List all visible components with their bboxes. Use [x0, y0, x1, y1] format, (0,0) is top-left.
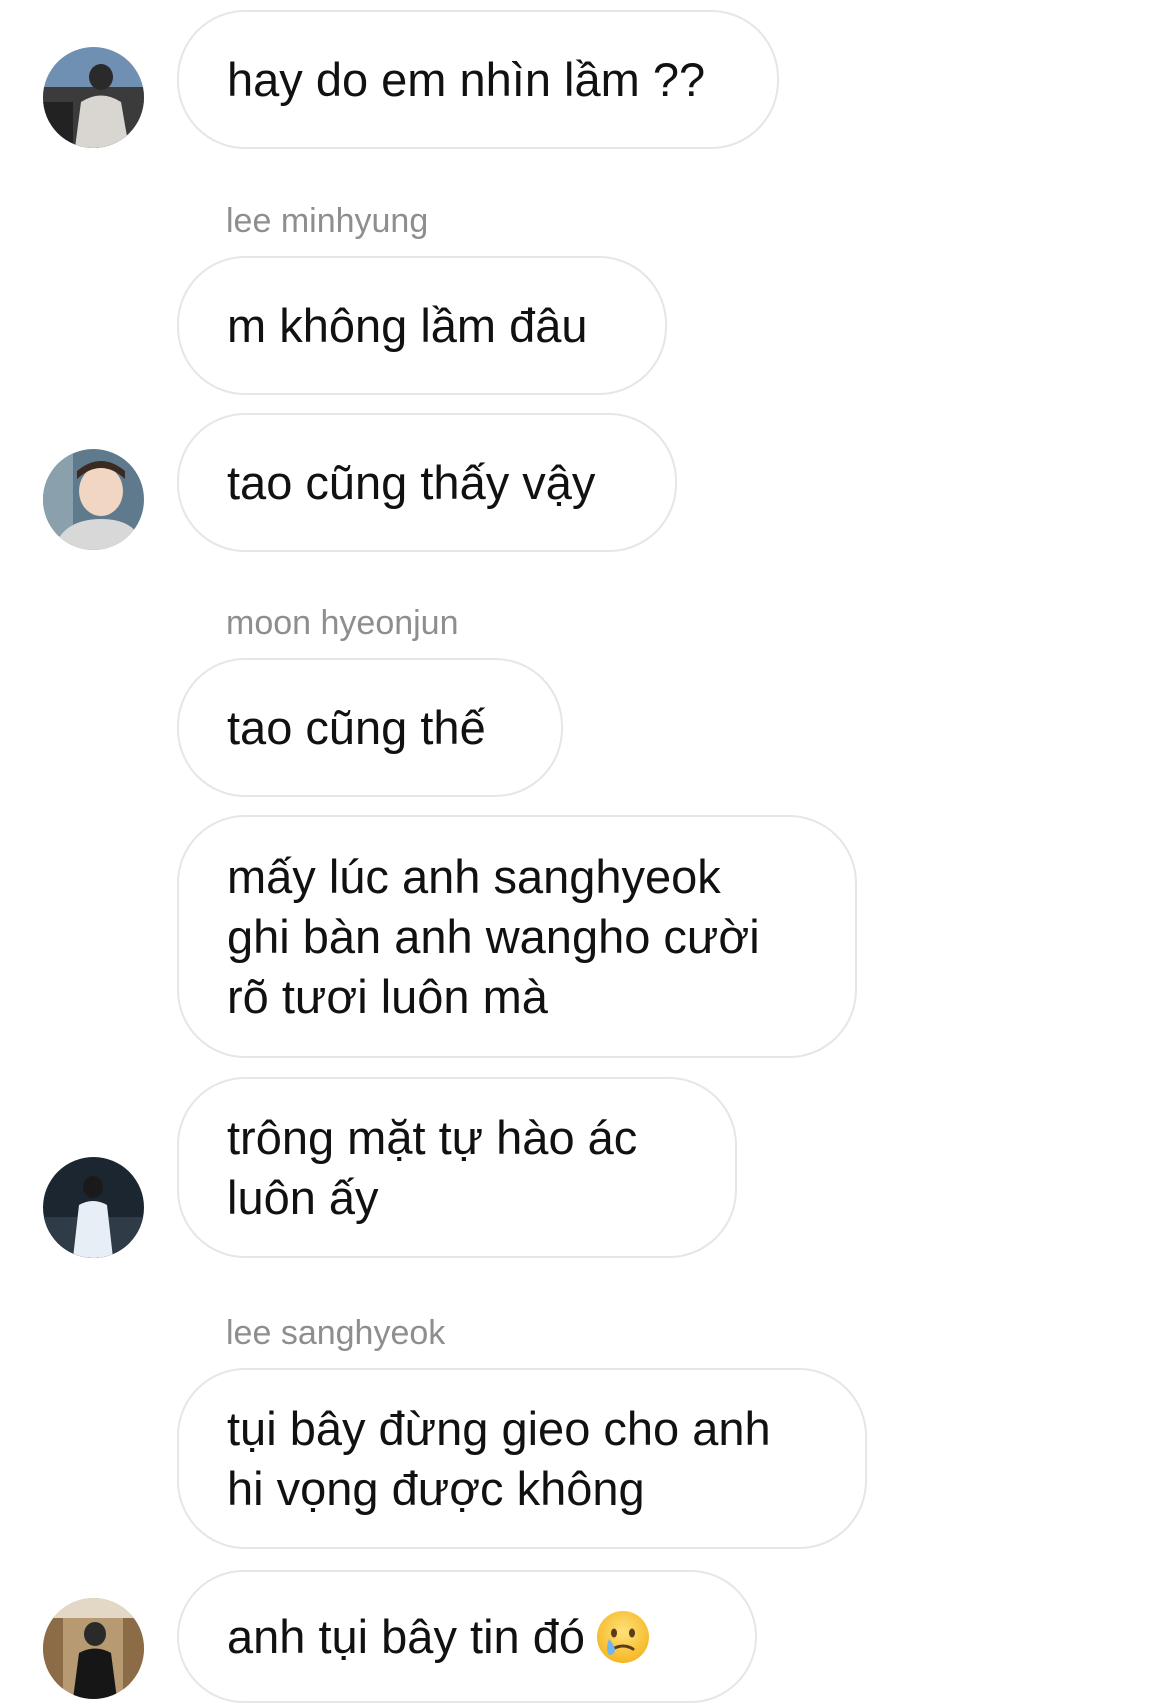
sender-name: lee sanghyeok [226, 1314, 446, 1352]
message-text: tụi bây đừng gieo cho anh hi vọng được k… [227, 1401, 771, 1515]
message-text: tao cũng thế [227, 700, 486, 754]
message-bubble[interactable]: tao cũng thế [177, 658, 563, 797]
avatar[interactable] [43, 47, 144, 148]
message-bubble[interactable]: m không lầm đâu [177, 256, 667, 395]
sender-name: lee minhyung [226, 202, 429, 240]
sad-but-relieved-face-emoji-icon [595, 1609, 651, 1665]
message-text: trông mặt tự hào ác luôn ấy [227, 1110, 638, 1224]
message-bubble[interactable]: tụi bây đừng gieo cho anh hi vọng được k… [177, 1368, 867, 1549]
sender-name: moon hyeonjun [226, 604, 459, 642]
message-text: m không lầm đâu [227, 298, 588, 352]
avatar[interactable] [43, 449, 144, 550]
message-bubble[interactable]: mấy lúc anh sanghyeok ghi bàn anh wangho… [177, 815, 857, 1058]
message-text: anh tụi bây tin đó [227, 1609, 585, 1663]
message-text: tao cũng thấy vậy [227, 455, 596, 509]
message-bubble[interactable]: hay do em nhìn lầm ?? [177, 10, 779, 149]
message-text: mấy lúc anh sanghyeok ghi bàn anh wangho… [227, 849, 760, 1023]
message-bubble[interactable]: anh tụi bây tin đó [177, 1570, 757, 1703]
message-bubble[interactable]: trông mặt tự hào ác luôn ấy [177, 1077, 737, 1258]
message-bubble[interactable]: tao cũng thấy vậy [177, 413, 677, 552]
avatar[interactable] [43, 1598, 144, 1699]
message-text: hay do em nhìn lầm ?? [227, 52, 706, 106]
avatar[interactable] [43, 1157, 144, 1258]
